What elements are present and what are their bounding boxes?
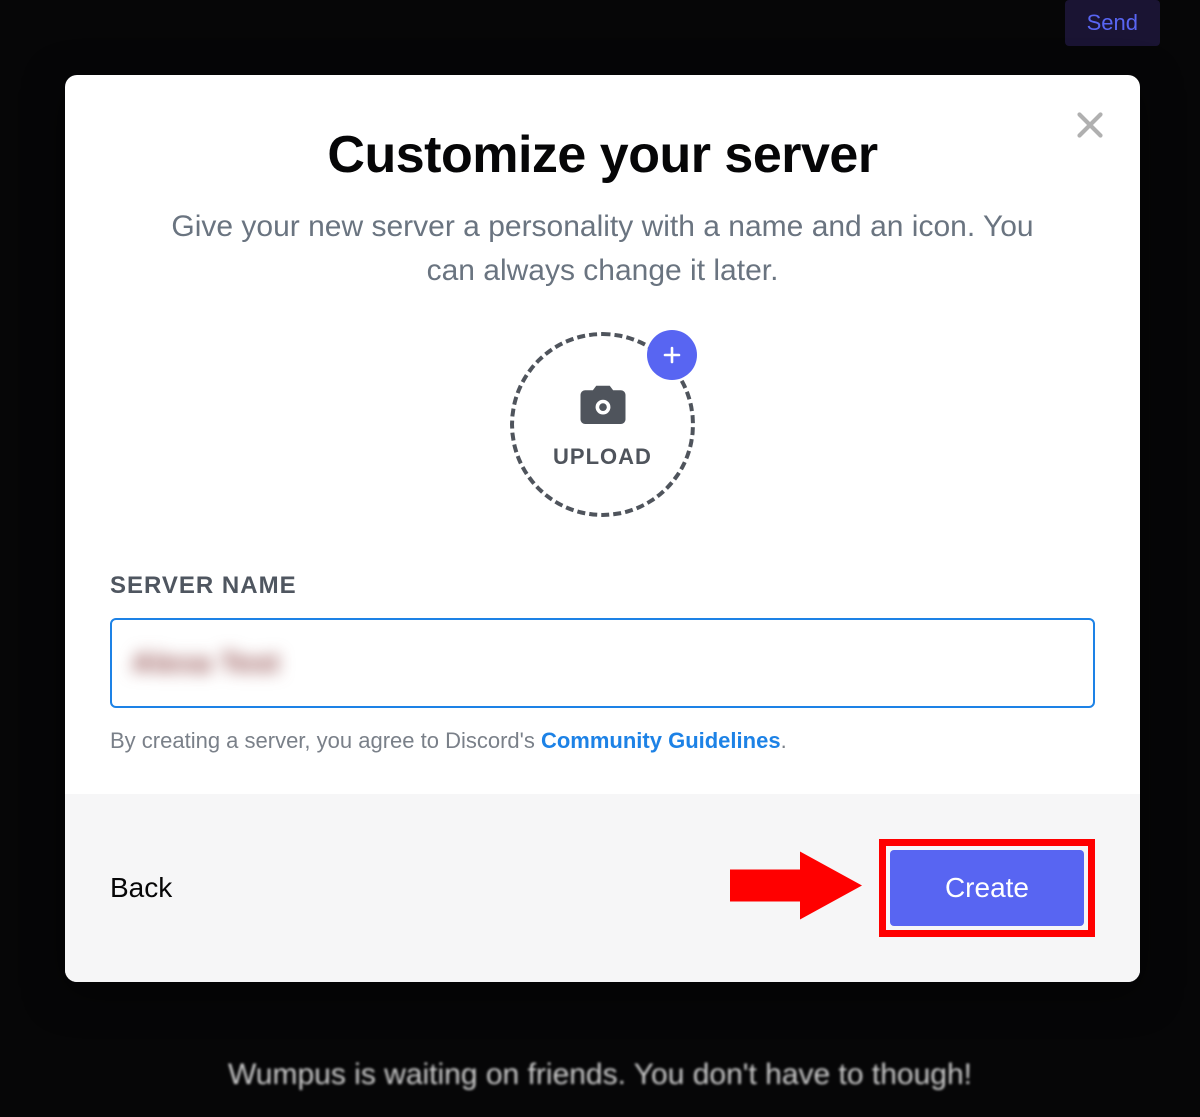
upload-label: UPLOAD xyxy=(553,444,652,470)
create-button[interactable]: Create xyxy=(890,850,1084,926)
customize-server-modal: Customize your server Give your new serv… xyxy=(65,75,1140,982)
upload-area: UPLOAD xyxy=(110,332,1095,517)
upload-button[interactable]: UPLOAD xyxy=(510,332,695,517)
guidelines-prefix: By creating a server, you agree to Disco… xyxy=(110,728,541,753)
plus-icon xyxy=(647,330,697,380)
annotation-arrow-icon xyxy=(730,846,865,931)
modal-subtitle: Give your new server a personality with … xyxy=(153,205,1053,292)
community-guidelines-link[interactable]: Community Guidelines xyxy=(541,728,781,753)
background-hint-text: Wumpus is waiting on friends. You don't … xyxy=(0,1058,1200,1092)
send-button[interactable]: Send xyxy=(1065,0,1160,46)
close-icon[interactable] xyxy=(1070,105,1110,145)
annotation-highlight-box: Create xyxy=(879,839,1095,937)
camera-icon xyxy=(576,379,630,438)
modal-title: Customize your server xyxy=(110,125,1095,185)
modal-footer: Back Create xyxy=(65,794,1140,982)
server-name-label: SERVER NAME xyxy=(110,572,1095,600)
back-button[interactable]: Back xyxy=(110,872,172,904)
guidelines-suffix: . xyxy=(781,728,787,753)
guidelines-text: By creating a server, you agree to Disco… xyxy=(110,728,1095,754)
modal-body: Customize your server Give your new serv… xyxy=(65,75,1140,794)
server-name-input[interactable]: Alexa Test xyxy=(110,618,1095,708)
server-name-value: Alexa Test xyxy=(132,647,280,679)
